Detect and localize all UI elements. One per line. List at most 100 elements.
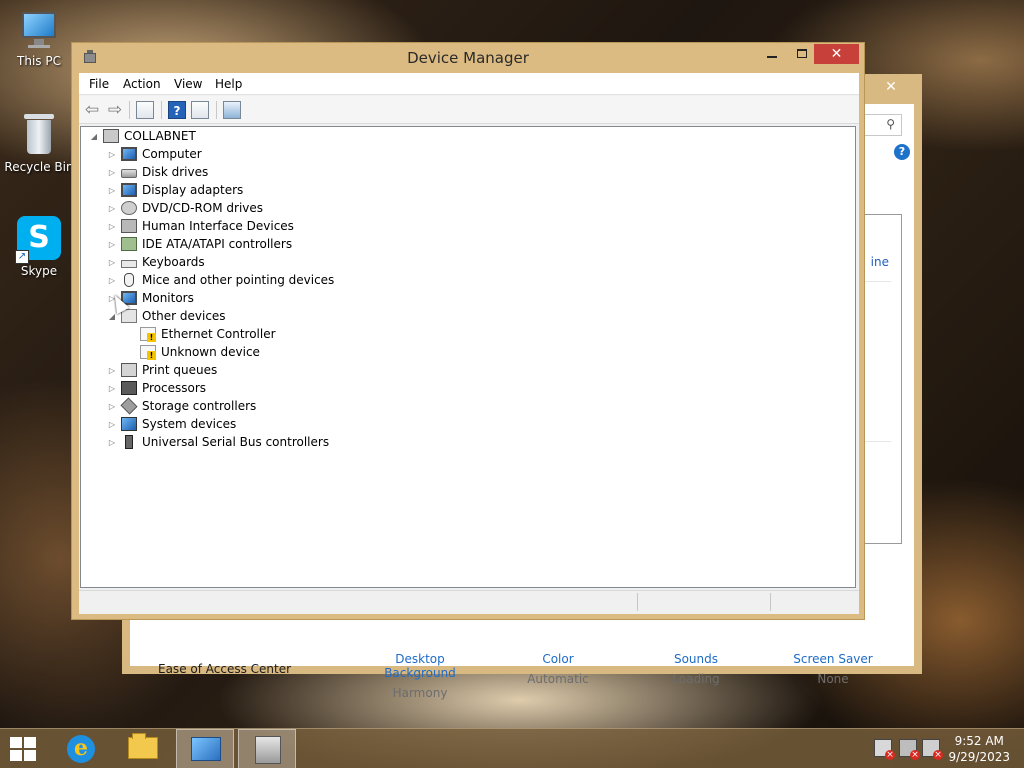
desktop-background-item[interactable]: Desktop Background Harmony <box>360 652 480 700</box>
desktop-icon-skype[interactable]: S ↗ Skype <box>1 216 77 278</box>
expand-arrow-icon[interactable]: ▷ <box>107 384 117 393</box>
forward-arrow-icon[interactable]: ⇨ <box>106 101 124 119</box>
tree-item-keyboards[interactable]: ▷ Keyboards <box>107 253 205 271</box>
desktop-icon-recycle-bin[interactable]: Recycle Bin <box>1 112 77 174</box>
toolbar: ⇦ ⇨ ? <box>79 96 859 124</box>
menu-view[interactable]: View <box>174 77 202 91</box>
taskbar-device-manager[interactable] <box>238 729 296 768</box>
collapse-arrow-icon[interactable]: ◢ <box>89 132 99 141</box>
printer-icon <box>121 363 137 377</box>
action-center-flag-icon[interactable] <box>874 739 895 760</box>
start-button[interactable] <box>10 737 36 761</box>
expand-arrow-icon[interactable]: ▷ <box>107 420 117 429</box>
tree-item-system-devices[interactable]: ▷ System devices <box>107 415 236 433</box>
expand-arrow-icon[interactable]: ▷ <box>107 366 117 375</box>
tree-item-display-adapters[interactable]: ▷ Display adapters <box>107 181 243 199</box>
screen-saver-item[interactable]: Screen Saver None <box>773 652 893 686</box>
tree-item-label: Other devices <box>142 309 226 323</box>
color-item[interactable]: Color Automatic <box>498 652 618 686</box>
tree-item-hid[interactable]: ▷ Human Interface Devices <box>107 217 294 235</box>
tree-item-unknown-device[interactable]: Unknown device <box>140 343 260 361</box>
personalization-close-button[interactable]: ✕ <box>868 77 914 97</box>
control-panel-icon <box>191 737 221 761</box>
clock-date: 9/29/2023 <box>948 750 1010 764</box>
expand-arrow-icon[interactable]: ▷ <box>107 186 117 195</box>
sounds-value: Loading <box>672 672 720 686</box>
warning-device-icon <box>140 345 156 360</box>
tree-item-label: Keyboards <box>142 255 205 269</box>
computer-icon <box>18 10 60 50</box>
maximize-button[interactable] <box>788 44 816 64</box>
tree-item-label: IDE ATA/ATAPI controllers <box>142 237 293 251</box>
volume-muted-icon[interactable] <box>922 739 943 760</box>
desktop-icon-label: Skype <box>20 264 58 278</box>
expand-arrow-icon[interactable]: ▷ <box>107 438 117 447</box>
computer-icon <box>103 129 119 143</box>
back-arrow-icon[interactable]: ⇦ <box>83 101 101 119</box>
search-icon: ⚲ <box>886 117 895 131</box>
display-adapter-icon <box>121 183 137 197</box>
screen-saver-link[interactable]: Screen Saver <box>773 652 893 666</box>
tree-item-label: Universal Serial Bus controllers <box>142 435 330 449</box>
search-input[interactable]: ⚲ <box>862 114 902 136</box>
usb-icon <box>125 435 133 449</box>
tree-item-mice[interactable]: ▷ Mice and other pointing devices <box>107 271 334 289</box>
screen-saver-value: None <box>817 672 849 686</box>
tree-item-processors[interactable]: ▷ Processors <box>107 379 206 397</box>
tree-item-storage-controllers[interactable]: ▷ Storage controllers <box>107 397 256 415</box>
tree-item-label: Unknown device <box>161 345 260 359</box>
menu-file[interactable]: File <box>89 77 109 91</box>
expand-arrow-icon[interactable]: ▷ <box>107 204 117 213</box>
processor-icon <box>121 381 137 395</box>
internet-explorer-icon: e <box>67 735 95 763</box>
tree-item-print-queues[interactable]: ▷ Print queues <box>107 361 217 379</box>
network-icon[interactable] <box>899 739 920 760</box>
sounds-link[interactable]: Sounds <box>636 652 756 666</box>
color-link[interactable]: Color <box>498 652 618 666</box>
ide-controller-icon <box>121 237 137 251</box>
expand-arrow-icon[interactable]: ▷ <box>107 150 117 159</box>
ease-of-access-link[interactable]: Ease of Access Center <box>158 662 291 676</box>
expand-arrow-icon[interactable]: ▷ <box>107 258 117 267</box>
console-tree-icon[interactable] <box>136 101 154 119</box>
desktop-icon-this-pc[interactable]: This PC <box>1 10 77 68</box>
tree-item-usb-controllers[interactable]: ▷ Universal Serial Bus controllers <box>107 433 329 451</box>
tree-item-ide-controllers[interactable]: ▷ IDE ATA/ATAPI controllers <box>107 235 292 253</box>
title-bar[interactable]: Device Manager ✕ <box>72 43 864 73</box>
tree-item-label: Print queues <box>142 363 218 377</box>
warning-device-icon <box>140 327 156 342</box>
tree-item-dvd-cd-rom[interactable]: ▷ DVD/CD-ROM drives <box>107 199 263 217</box>
help-icon[interactable]: ? <box>168 101 186 119</box>
other-devices-icon <box>121 309 137 323</box>
scan-hardware-icon[interactable] <box>223 101 241 119</box>
tree-item-label: Ethernet Controller <box>161 327 276 341</box>
tree-item-disk-drives[interactable]: ▷ Disk drives <box>107 163 208 181</box>
expand-arrow-icon[interactable]: ▷ <box>107 222 117 231</box>
expand-arrow-icon[interactable]: ▷ <box>107 240 117 249</box>
device-manager-client: File Action View Help ⇦ ⇨ ? ◢ COLLABNET … <box>79 73 859 614</box>
tree-item-computer[interactable]: ▷ Computer <box>107 145 202 163</box>
system-clock[interactable]: 9:52 AM 9/29/2023 <box>948 733 1010 765</box>
tree-root[interactable]: ◢ COLLABNET <box>89 127 196 145</box>
mouse-icon <box>124 273 134 287</box>
desktop-background-value: Harmony <box>392 686 448 700</box>
menu-action[interactable]: Action <box>123 77 161 91</box>
taskbar-internet-explorer[interactable]: e <box>52 729 110 768</box>
menu-help[interactable]: Help <box>215 77 242 91</box>
minimize-button[interactable] <box>758 44 786 64</box>
properties-icon[interactable] <box>191 101 209 119</box>
sounds-item[interactable]: Sounds Loading <box>636 652 756 686</box>
taskbar-control-panel[interactable] <box>176 729 234 768</box>
expand-arrow-icon[interactable]: ▷ <box>107 168 117 177</box>
close-button[interactable]: ✕ <box>814 44 859 64</box>
theme-link[interactable]: ine <box>871 255 889 269</box>
desktop-background-link[interactable]: Desktop Background <box>360 652 480 680</box>
tree-item-label: System devices <box>142 417 237 431</box>
expand-arrow-icon[interactable]: ▷ <box>107 402 117 411</box>
expand-arrow-icon[interactable]: ▷ <box>107 276 117 285</box>
help-icon[interactable]: ? <box>894 144 910 160</box>
tree-item-ethernet-controller[interactable]: Ethernet Controller <box>140 325 276 343</box>
device-tree[interactable]: ◢ COLLABNET ▷ Computer ▷ Disk drives ▷ D… <box>80 126 856 588</box>
toolbar-separator <box>216 101 217 119</box>
taskbar-file-explorer[interactable] <box>114 729 172 768</box>
